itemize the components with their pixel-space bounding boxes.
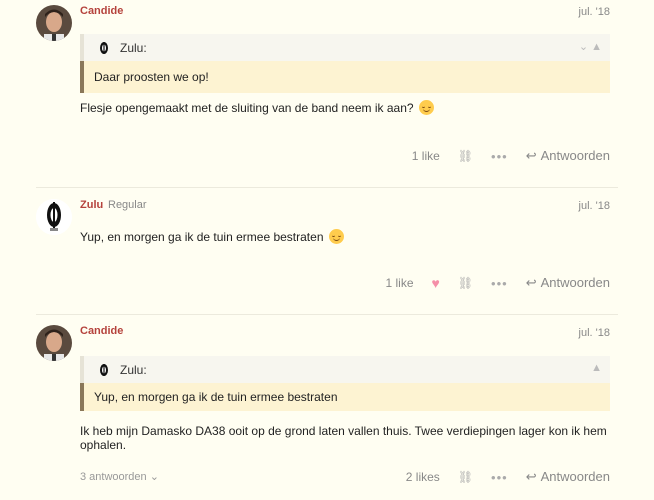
more-icon[interactable]: ••• (491, 470, 508, 485)
like-count[interactable]: 1 like (412, 149, 440, 163)
post-text-content: Yup, en morgen ga ik de tuin ermee bestr… (80, 230, 324, 244)
arrow-up-icon[interactable]: ▲ (591, 362, 602, 374)
avatar-candide[interactable] (36, 5, 72, 41)
post-date[interactable]: jul. '18 (579, 6, 610, 18)
quote-header: Zulu: ▲ (80, 356, 610, 383)
quote-text: Yup, en morgen ga ik de tuin ermee bestr… (94, 390, 338, 404)
quote-block: Zulu: ▲ Yup, en morgen ga ik de tuin erm… (80, 356, 610, 411)
user-title: Regular (108, 199, 147, 211)
arrow-up-icon[interactable]: ▲ (591, 41, 602, 53)
reply-label: Antwoorden (540, 469, 610, 484)
reply-button[interactable]: ↩ Antwoorden (526, 469, 610, 485)
quote-body: Daar proosten we op! (80, 61, 610, 93)
reply-arrow-icon: ↩ (525, 148, 537, 163)
link-icon[interactable]: ⛓ (458, 149, 473, 163)
wink-emoji-icon (418, 100, 434, 115)
avatar-zulu[interactable] (36, 199, 72, 235)
zulu-shield-icon (100, 364, 108, 376)
more-icon[interactable]: ••• (491, 276, 508, 291)
chevron-down-icon[interactable]: ⌄ (579, 41, 588, 53)
chevron-down-icon: ⌄ (149, 471, 159, 483)
post-text-content: Flesje opengemaakt met de sluiting van d… (80, 101, 414, 115)
post-text-content: Ik heb mijn Damasko DA38 ooit op de gron… (80, 424, 607, 452)
link-icon[interactable]: ⛓ (458, 470, 473, 484)
reply-label: Antwoorden (540, 148, 610, 163)
reply-label: Antwoorden (540, 275, 610, 290)
post-text: Flesje opengemaakt met de sluiting van d… (80, 100, 434, 115)
reply-arrow-icon: ↩ (525, 469, 537, 484)
quote-body: Yup, en morgen ga ik de tuin ermee bestr… (80, 383, 610, 411)
post-actions: 2 likes ⛓ ••• ↩ Antwoorden (388, 469, 610, 485)
username[interactable]: Candide (80, 5, 123, 17)
post-divider (36, 187, 618, 188)
post-text: Ik heb mijn Damasko DA38 ooit op de gron… (80, 424, 620, 452)
quote-toggle-controls[interactable]: ⌄ ▲ (579, 40, 602, 53)
quote-toggle-controls[interactable]: ▲ (591, 362, 602, 374)
replies-count: 3 antwoorden (80, 471, 147, 483)
post-actions: 1 like ⛓ ••• ↩ Antwoorden (394, 148, 610, 164)
post-date[interactable]: jul. '18 (579, 327, 610, 339)
username[interactable]: Candide (80, 325, 123, 337)
post-text: Yup, en morgen ga ik de tuin ermee bestr… (80, 229, 344, 244)
link-icon[interactable]: ⛓ (458, 276, 473, 290)
post-divider (36, 314, 618, 315)
replies-toggle[interactable]: 3 antwoorden ⌄ (80, 470, 159, 483)
post-actions: 1 like ♥ ⛓ ••• ↩ Antwoorden (367, 275, 610, 291)
like-count[interactable]: 1 like (385, 276, 413, 290)
quote-header: Zulu: ⌄ ▲ (80, 34, 610, 61)
heart-icon[interactable]: ♥ (432, 275, 440, 291)
quote-block: Zulu: ⌄ ▲ Daar proosten we op! (80, 34, 610, 93)
more-icon[interactable]: ••• (491, 149, 508, 164)
username[interactable]: Zulu (80, 199, 103, 211)
zulu-shield-icon (100, 42, 108, 54)
post-date[interactable]: jul. '18 (579, 200, 610, 212)
relieved-emoji-icon (328, 229, 344, 244)
avatar-candide[interactable] (36, 325, 72, 361)
reply-button[interactable]: ↩ Antwoorden (526, 148, 610, 164)
quote-username: Zulu: (120, 41, 147, 55)
reply-button[interactable]: ↩ Antwoorden (526, 275, 610, 291)
quote-username: Zulu: (120, 363, 147, 377)
like-count[interactable]: 2 likes (406, 470, 440, 484)
quote-text: Daar proosten we op! (94, 70, 209, 84)
reply-arrow-icon: ↩ (525, 275, 537, 290)
